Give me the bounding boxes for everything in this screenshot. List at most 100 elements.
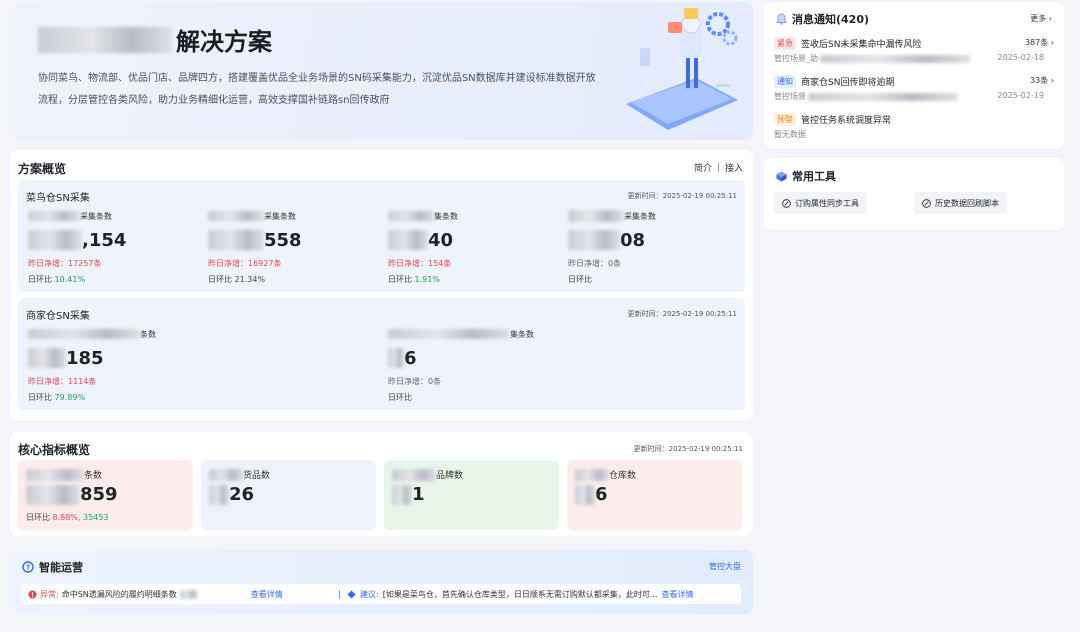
edit-circle-icon (922, 198, 931, 208)
metric-value: 40 (388, 228, 458, 252)
metric-block: 集条数 40 昨日净增：154条 日环比 1.91% (388, 210, 458, 285)
update-time: 更新时间：2025-02-19 00:25:11 (627, 310, 737, 318)
notifications-panel: 消息通知(420) 更多 › 紧急 签收后SN未采集命中漏传风险 387条 › 管… (764, 2, 1064, 148)
daily-increment: 昨日净增：1114条 (28, 377, 97, 386)
metric-block: 采集条数 08 昨日净增：0条 日环比 (568, 210, 656, 285)
metric-value: 6 (388, 346, 534, 370)
indicator-label: 货品数 (209, 468, 270, 481)
bell-icon (776, 13, 787, 25)
smart-ops-title: ? 智能运营 (22, 559, 83, 575)
cube-icon (776, 170, 787, 182)
daily-ratio: 日环比 21.34% (208, 275, 266, 284)
metric-label: 采集条数 (28, 210, 126, 222)
metric-label: 条数 (28, 328, 156, 340)
insight-bar: 异常: 命中SN遗漏风险的履约明细条数 查看详情 建议: [如果是菜鸟仓，首先确… (22, 584, 741, 604)
cainiao-sn-card: 菜鸟仓SN采集 更新时间：2025-02-19 00:25:11 采集条数 ,1… (18, 180, 745, 292)
svg-text:?: ? (26, 564, 30, 572)
section-title: 方案概览 (18, 162, 67, 176)
daily-increment: 昨日净增：154条 (388, 259, 452, 268)
more-link[interactable]: 更多 › (1030, 13, 1052, 24)
indicator-label: 品牌数 (392, 468, 463, 481)
access-link[interactable]: 接入 (725, 161, 743, 174)
tools-title: 常用工具 (776, 168, 836, 184)
daily-ratio: 日环比 (388, 393, 412, 402)
indicator-ratio: 日环比 8.88%, 35453 (26, 513, 109, 522)
indicator-card: 仓库数 6 (567, 460, 742, 530)
daily-ratio: 日环比 (568, 275, 592, 284)
common-tools-panel: 常用工具 订购属性同步工具 历史数据回刷脚本 (764, 158, 1064, 230)
metric-block: 采集条数 558 昨日净增：16927条 日环比 21.34% (208, 210, 302, 285)
metric-block: 采集条数 ,154 昨日净增：17257条 日环比 10.41% (28, 210, 126, 285)
metric-label: 采集条数 (208, 210, 302, 222)
urgent-badge: 紧急 (774, 36, 796, 50)
update-time: 更新时间：2025-02-19 00:25:11 (633, 445, 743, 453)
metric-value: 08 (568, 228, 656, 252)
notification-text: 管控任务系统调度异常 (801, 115, 892, 126)
indicator-value: 6 (575, 484, 608, 505)
refresh-script-button[interactable]: 历史数据回刷脚本 (914, 192, 1007, 214)
solution-description: 协同菜鸟、物流部、优品门店、品牌四方，搭建覆盖优品全业务场景的SN码采集能力，沉… (38, 73, 596, 106)
card-title: 菜鸟仓SN采集 (26, 193, 90, 204)
notification-scene: 管控场景 (774, 92, 806, 101)
notification-scene: 管控场景_助 (774, 54, 818, 63)
metric-value: 558 (208, 228, 302, 252)
view-details-link[interactable]: 查看详情 (661, 589, 693, 600)
edit-circle-icon (782, 198, 791, 208)
daily-ratio: 日环比 1.91% (388, 275, 440, 284)
metric-value: ,154 (28, 228, 126, 252)
metric-value: 185 (28, 346, 156, 370)
metric-label: 集条数 (388, 328, 534, 340)
question-circle-icon: ? (22, 561, 34, 573)
notification-item[interactable]: 紧急 签收后SN未采集命中漏传风险 387条 › 管控场景_助 2025-02-18 (774, 36, 1054, 64)
indicator-value: 26 (209, 484, 254, 505)
chevron-right-icon: › (1048, 14, 1052, 23)
abnormal-insight: 异常: 命中SN遗漏风险的履约明细条数 查看详情 (28, 589, 283, 600)
daily-increment: 昨日净增：16927条 (208, 259, 282, 268)
notification-item[interactable]: 通知 商家仓SN回传即将逾期 33条 › 管控场景 2025-02-19 (774, 74, 1054, 102)
merchant-sn-card: 商家仓SN采集 更新时间：2025-02-19 00:25:11 条数 185 … (18, 298, 745, 410)
notifications-title: 消息通知(420) (776, 11, 869, 27)
robot-illustration (626, 8, 738, 130)
indicator-value: 1 (392, 484, 425, 505)
divider (717, 163, 719, 172)
diamond-icon (347, 589, 356, 599)
metric-block: 集条数 6 昨日净增：0条 日环比 (388, 328, 534, 403)
section-title: 核心指标概览 (18, 443, 91, 457)
sync-tool-button[interactable]: 订购属性同步工具 (774, 192, 867, 214)
notification-date: 2025-02-18 (997, 53, 1045, 62)
metric-label: 采集条数 (568, 210, 656, 222)
indicator-label: 仓库数 (575, 468, 636, 481)
metric-label: 集条数 (388, 210, 458, 222)
page-title: 解决方案 (38, 22, 272, 57)
card-title: 商家仓SN采集 (26, 311, 90, 322)
intro-link[interactable]: 简介 (694, 161, 712, 174)
solution-banner: 解决方案 协同菜鸟、物流部、优品门店、品牌四方，搭建覆盖优品全业务场景的SN码采… (10, 2, 753, 140)
control-dashboard-link[interactable]: 管控大盘 (709, 561, 741, 572)
metric-block: 条数 185 昨日净增：1114条 日环比 79.89% (28, 328, 156, 403)
overview-actions: 简介 接入 (694, 161, 743, 174)
daily-increment: 昨日净增：0条 (388, 377, 442, 386)
daily-increment: 昨日净增：0条 (568, 259, 622, 268)
notification-text: 签收后SN未采集命中漏传风险 (801, 39, 922, 50)
indicator-card: 条数 859 日环比 8.88%, 35453 (18, 460, 193, 530)
notification-text: 商家仓SN回传即将逾期 (801, 77, 895, 88)
notification-count: 33条 › (1030, 76, 1054, 85)
daily-ratio: 日环比 10.41% (28, 275, 86, 284)
notification-item[interactable]: 预警 管控任务系统调度异常 暂无数据 (774, 112, 1054, 140)
indicator-value: 859 (26, 484, 118, 505)
suggestion-insight: 建议: [如果是菜鸟仓，首先确认仓库类型，日日顺系无需订购默认都采集，此时可..… (347, 589, 693, 600)
notification-empty: 暂无数据 (774, 130, 806, 139)
divider (339, 589, 340, 599)
notice-badge: 通知 (774, 74, 796, 88)
indicator-card: 品牌数 1 (384, 460, 559, 530)
update-time: 更新时间：2025-02-19 00:25:11 (627, 192, 737, 200)
indicator-card: 货品数 26 (201, 460, 376, 530)
redacted-title-prefix (38, 26, 172, 53)
notification-date: 2025-02-19 (997, 91, 1045, 100)
notification-count: 387条 › (1024, 38, 1054, 47)
redacted-count (179, 589, 198, 599)
view-details-link[interactable]: 查看详情 (251, 589, 283, 600)
daily-increment: 昨日净增：17257条 (28, 259, 102, 268)
smart-operations-panel: ? 智能运营 管控大盘 异常: 命中SN遗漏风险的履约明细条数 查看详情 建议:… (10, 550, 753, 614)
warning-badge: 预警 (774, 112, 796, 126)
